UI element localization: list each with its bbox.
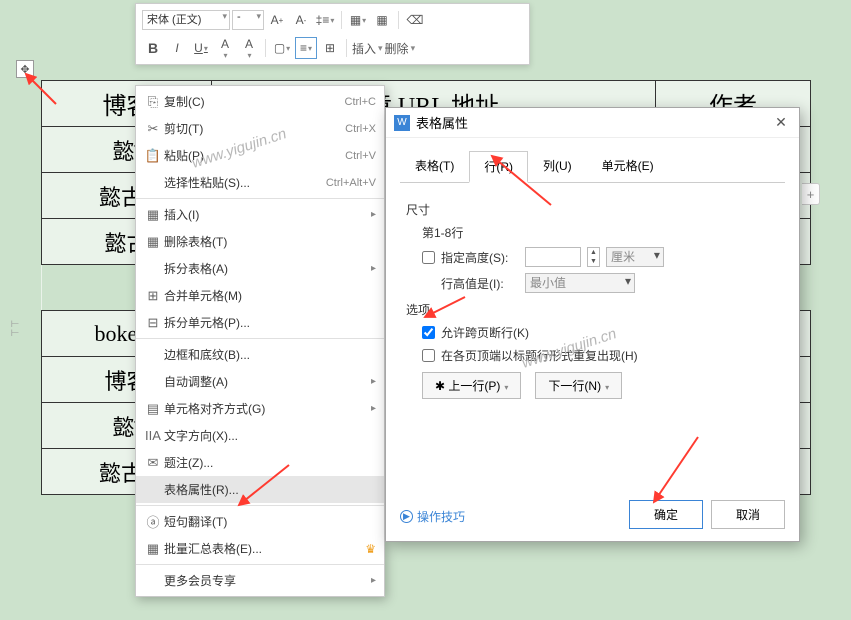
- menu-table-properties[interactable]: 表格属性(R)...: [136, 476, 384, 503]
- italic-button[interactable]: I: [166, 37, 188, 59]
- ok-button[interactable]: 确定: [629, 500, 703, 529]
- menu-text-direction[interactable]: IIA文字方向(X)...: [136, 422, 384, 449]
- bold-button[interactable]: B: [142, 37, 164, 59]
- tab-row[interactable]: 行(R): [469, 151, 528, 183]
- row-height-is-label: 行高值是(I):: [441, 275, 519, 292]
- tab-table[interactable]: 表格(T): [400, 150, 469, 182]
- menu-insert[interactable]: ▦插入(I)▸: [136, 201, 384, 228]
- batch-icon: ▦: [142, 541, 164, 557]
- menu-split-table[interactable]: 拆分表格(A)▸: [136, 255, 384, 282]
- font-family-select[interactable]: 宋体 (正文): [142, 10, 230, 30]
- close-icon[interactable]: ✕: [771, 114, 791, 131]
- menu-delete-table[interactable]: ▦删除表格(T): [136, 228, 384, 255]
- cancel-button[interactable]: 取消: [711, 500, 785, 529]
- border-button[interactable]: ▢: [271, 37, 293, 59]
- line-spacing-icon[interactable]: ‡≡: [314, 9, 336, 31]
- copy-icon: ⎘: [142, 94, 164, 110]
- table-insert-icon[interactable]: ▦: [347, 9, 369, 31]
- translate-icon: ⓐ: [142, 512, 164, 531]
- options-section-label: 选项: [406, 301, 779, 318]
- repeat-header-checkbox[interactable]: [422, 349, 435, 362]
- menu-merge-cells[interactable]: ⊞合并单元格(M): [136, 282, 384, 309]
- prev-row-button[interactable]: ✱ 上一行(P): [422, 372, 521, 399]
- font-size-select[interactable]: -: [232, 10, 264, 30]
- table-move-handle[interactable]: ✥: [16, 60, 34, 78]
- menu-paste[interactable]: 📋粘贴(P)Ctrl+V: [136, 142, 384, 169]
- specify-height-label: 指定高度(S):: [441, 249, 519, 266]
- delete-table-icon: ▦: [142, 234, 164, 250]
- floating-toolbar: 宋体 (正文) - A+ A- ‡≡ ▦ ▦ ⌫ B I U A A ▢ ≡ ⊞…: [135, 3, 530, 65]
- text-dir-icon: IIA: [142, 428, 164, 443]
- menu-cell-align[interactable]: ▤单元格对齐方式(G)▸: [136, 395, 384, 422]
- insert-label[interactable]: 插入: [352, 37, 376, 59]
- dialog-icon: W: [394, 115, 410, 131]
- tip-icon: ▶: [400, 510, 413, 523]
- font-color-button[interactable]: A: [238, 37, 260, 59]
- menu-translate[interactable]: ⓐ短句翻译(T): [136, 508, 384, 535]
- align-button[interactable]: ≡: [295, 37, 317, 59]
- next-row-button[interactable]: 下一行(N): [535, 372, 622, 399]
- specify-height-checkbox[interactable]: [422, 251, 435, 264]
- tab-column[interactable]: 列(U): [528, 150, 587, 182]
- caption-icon: ✉: [142, 455, 164, 471]
- delete-label[interactable]: 删除: [385, 37, 409, 59]
- tips-link[interactable]: ▶操作技巧: [400, 508, 465, 525]
- menu-split-cells[interactable]: ⊟拆分单元格(P)...: [136, 309, 384, 336]
- table-insert2-icon[interactable]: ▦: [371, 9, 393, 31]
- height-input[interactable]: [525, 247, 581, 267]
- decrease-font-icon[interactable]: A-: [290, 9, 312, 31]
- tab-cell[interactable]: 单元格(E): [587, 150, 669, 182]
- crown-icon: ♛: [365, 542, 376, 556]
- row-range-label: 第1-8行: [422, 224, 779, 241]
- spin-up-icon: ▲: [588, 248, 599, 257]
- menu-cut[interactable]: ✂剪切(T)Ctrl+X: [136, 115, 384, 142]
- spin-down-icon: ▼: [588, 257, 599, 266]
- paste-icon: 📋: [142, 148, 164, 164]
- dialog-tabs: 表格(T) 行(R) 列(U) 单元格(E): [386, 138, 799, 182]
- insert-icon: ▦: [142, 207, 164, 223]
- repeat-header-label: 在各页顶端以标题行形式重复出现(H): [441, 347, 638, 364]
- table-properties-dialog: W 表格属性 ✕ 表格(T) 行(R) 列(U) 单元格(E) 尺寸 第1-8行…: [385, 107, 800, 542]
- context-menu: ⎘复制(C)Ctrl+C ✂剪切(T)Ctrl+X 📋粘贴(P)Ctrl+V 选…: [135, 85, 385, 597]
- cut-icon: ✂: [142, 121, 164, 137]
- allow-break-checkbox[interactable]: [422, 326, 435, 339]
- highlight-color-button[interactable]: A: [214, 37, 236, 59]
- menu-caption[interactable]: ✉题注(Z)...: [136, 449, 384, 476]
- menu-paste-special[interactable]: 选择性粘贴(S)...Ctrl+Alt+V: [136, 169, 384, 196]
- eraser-icon[interactable]: ⌫: [404, 9, 426, 31]
- row-height-type-select[interactable]: 最小值: [525, 273, 635, 293]
- menu-copy[interactable]: ⎘复制(C)Ctrl+C: [136, 88, 384, 115]
- split-cells-icon: ⊟: [142, 315, 164, 331]
- increase-font-icon[interactable]: A+: [266, 9, 288, 31]
- dialog-title: 表格属性: [416, 113, 771, 132]
- menu-auto-fit[interactable]: 自动调整(A)▸: [136, 368, 384, 395]
- allow-break-label: 允许跨页断行(K): [441, 324, 529, 341]
- size-section-label: 尺寸: [406, 201, 779, 218]
- menu-borders[interactable]: 边框和底纹(B)...: [136, 341, 384, 368]
- menu-batch-sum[interactable]: ▦批量汇总表格(E)...♛: [136, 535, 384, 562]
- align-icon: ▤: [142, 401, 164, 417]
- height-spinner[interactable]: ▲▼: [587, 247, 600, 267]
- menu-more-vip[interactable]: 更多会员专享▸: [136, 567, 384, 594]
- unit-select[interactable]: 厘米: [606, 247, 664, 267]
- merge-icon[interactable]: ⊞: [319, 37, 341, 59]
- underline-button[interactable]: U: [190, 37, 212, 59]
- page-collapse-tab[interactable]: +: [802, 183, 820, 205]
- merge-cells-icon: ⊞: [142, 288, 164, 304]
